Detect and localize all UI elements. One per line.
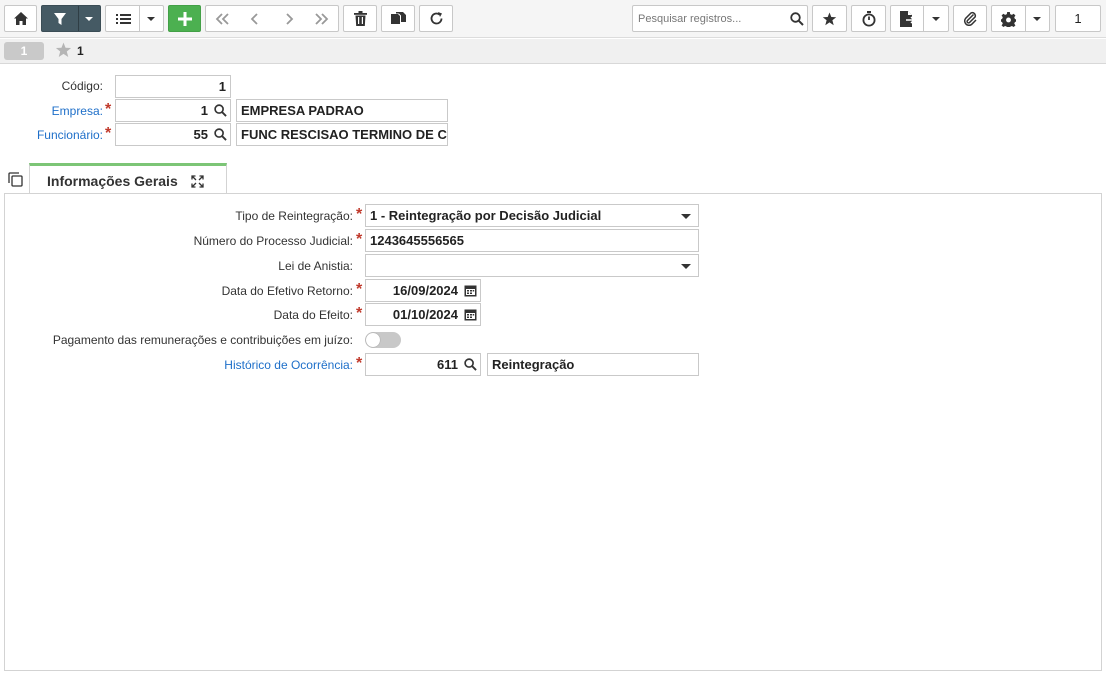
attachment-button[interactable] xyxy=(953,5,987,32)
historico-description: Reintegração xyxy=(487,353,699,376)
funcionario-description: FUNC RESCISAO TERMINO DE C xyxy=(236,123,448,146)
empresa-label-link[interactable]: Empresa: xyxy=(52,104,103,118)
required-marker: * xyxy=(356,231,363,248)
star-icon xyxy=(822,12,837,25)
search-icon[interactable] xyxy=(790,12,804,26)
report-dropdown-icon[interactable] xyxy=(932,17,940,21)
search-box xyxy=(632,5,808,32)
add-icon xyxy=(177,11,192,26)
copy-record-icon xyxy=(390,11,406,24)
toggle-knob xyxy=(366,333,380,347)
filter-dropdown-icon[interactable] xyxy=(85,17,93,21)
numero-processo-label: Número do Processo Judicial: xyxy=(193,234,353,248)
tab-label: Informações Gerais xyxy=(47,173,178,189)
required-marker: * xyxy=(356,281,363,298)
record-pill[interactable]: 1 xyxy=(4,42,44,60)
pagamento-juizo-toggle[interactable] xyxy=(365,332,401,348)
settings-button[interactable] xyxy=(991,5,1050,32)
pagamento-juizo-label: Pagamento das remunerações e contribuiçõ… xyxy=(52,333,353,347)
data-efeito-label: Data do Efeito: xyxy=(273,308,353,322)
required-marker: * xyxy=(105,101,112,118)
gear-icon xyxy=(1001,12,1016,27)
duplicate-button[interactable] xyxy=(381,5,415,32)
funcionario-code-field[interactable]: 55 xyxy=(115,123,231,146)
refresh-button[interactable] xyxy=(419,5,453,32)
search-icon[interactable] xyxy=(214,104,227,117)
chevron-down-icon xyxy=(681,264,691,269)
tipo-reintegracao-value: 1 - Reintegração por Decisão Judicial xyxy=(370,208,602,223)
search-icon[interactable] xyxy=(464,358,477,371)
list-dropdown-icon[interactable] xyxy=(147,17,155,21)
filter-icon xyxy=(54,13,66,25)
home-icon xyxy=(13,12,28,25)
empresa-code-field[interactable]: 1 xyxy=(115,99,231,122)
empresa-description: EMPRESA PADRAO xyxy=(236,99,448,122)
tipo-reintegracao-label: Tipo de Reintegração: xyxy=(235,209,353,223)
settings-dropdown-icon[interactable] xyxy=(1033,17,1041,21)
toolbar: 1 xyxy=(0,0,1106,38)
search-icon[interactable] xyxy=(214,128,227,141)
empresa-code-value: 1 xyxy=(200,103,208,118)
list-icon xyxy=(116,14,131,24)
historico-code-field[interactable]: 611 xyxy=(365,353,481,376)
record-tabs-strip: 1 1 xyxy=(0,39,1106,64)
expand-icon[interactable] xyxy=(191,175,204,188)
chevron-down-icon xyxy=(681,214,691,219)
paperclip-icon xyxy=(963,11,977,26)
previous-record-icon[interactable] xyxy=(250,13,260,25)
filter-button[interactable] xyxy=(41,5,101,32)
lei-anistia-label: Lei de Anistia: xyxy=(278,259,353,273)
add-button[interactable] xyxy=(168,5,201,32)
clone-icon[interactable] xyxy=(8,172,23,187)
lei-anistia-select[interactable] xyxy=(365,254,699,277)
data-retorno-label: Data do Efetivo Retorno: xyxy=(221,284,353,298)
list-view-button[interactable] xyxy=(105,5,164,32)
historico-code-value: 611 xyxy=(437,357,458,372)
data-efeito-value: 01/10/2024 xyxy=(392,307,458,322)
last-record-icon[interactable] xyxy=(314,13,330,25)
data-efeito-field[interactable]: 01/10/2024 xyxy=(365,303,481,326)
delete-button[interactable] xyxy=(343,5,377,32)
tabs-bar: Informações Gerais xyxy=(0,163,1106,194)
tab-informacoes-gerais[interactable]: Informações Gerais xyxy=(29,163,227,194)
required-marker: * xyxy=(356,305,363,322)
favorite-button[interactable] xyxy=(812,5,847,32)
codigo-field[interactable]: 1 xyxy=(115,75,231,98)
refresh-icon xyxy=(430,12,442,25)
stopwatch-icon xyxy=(862,10,875,26)
search-input[interactable] xyxy=(636,9,786,28)
home-button[interactable] xyxy=(4,5,37,32)
required-marker: * xyxy=(356,355,363,372)
record-tab-label[interactable]: 1 xyxy=(77,44,84,58)
report-button[interactable] xyxy=(890,5,949,32)
report-icon xyxy=(900,11,914,27)
data-retorno-field[interactable]: 16/09/2024 xyxy=(365,279,481,302)
historico-ocorrencia-label-link[interactable]: Histórico de Ocorrência: xyxy=(224,358,353,372)
first-record-icon[interactable] xyxy=(214,13,230,25)
timer-button[interactable] xyxy=(851,5,886,32)
calendar-icon[interactable] xyxy=(464,308,477,321)
navigation-group xyxy=(205,5,339,32)
page-number-box[interactable]: 1 xyxy=(1055,5,1101,32)
favorite-star-icon[interactable] xyxy=(55,42,72,58)
funcionario-label-link[interactable]: Funcionário: xyxy=(37,128,103,142)
tipo-reintegracao-select[interactable]: 1 - Reintegração por Decisão Judicial xyxy=(365,204,699,227)
next-record-icon[interactable] xyxy=(284,13,294,25)
funcionario-code-value: 55 xyxy=(193,127,208,142)
numero-processo-field[interactable]: 1243645556565 xyxy=(365,229,699,252)
required-marker: * xyxy=(105,125,112,142)
trash-icon xyxy=(353,11,367,26)
codigo-label: Código: xyxy=(61,79,103,93)
data-retorno-value: 16/09/2024 xyxy=(392,283,458,298)
required-marker: * xyxy=(356,206,363,223)
calendar-icon[interactable] xyxy=(464,284,477,297)
